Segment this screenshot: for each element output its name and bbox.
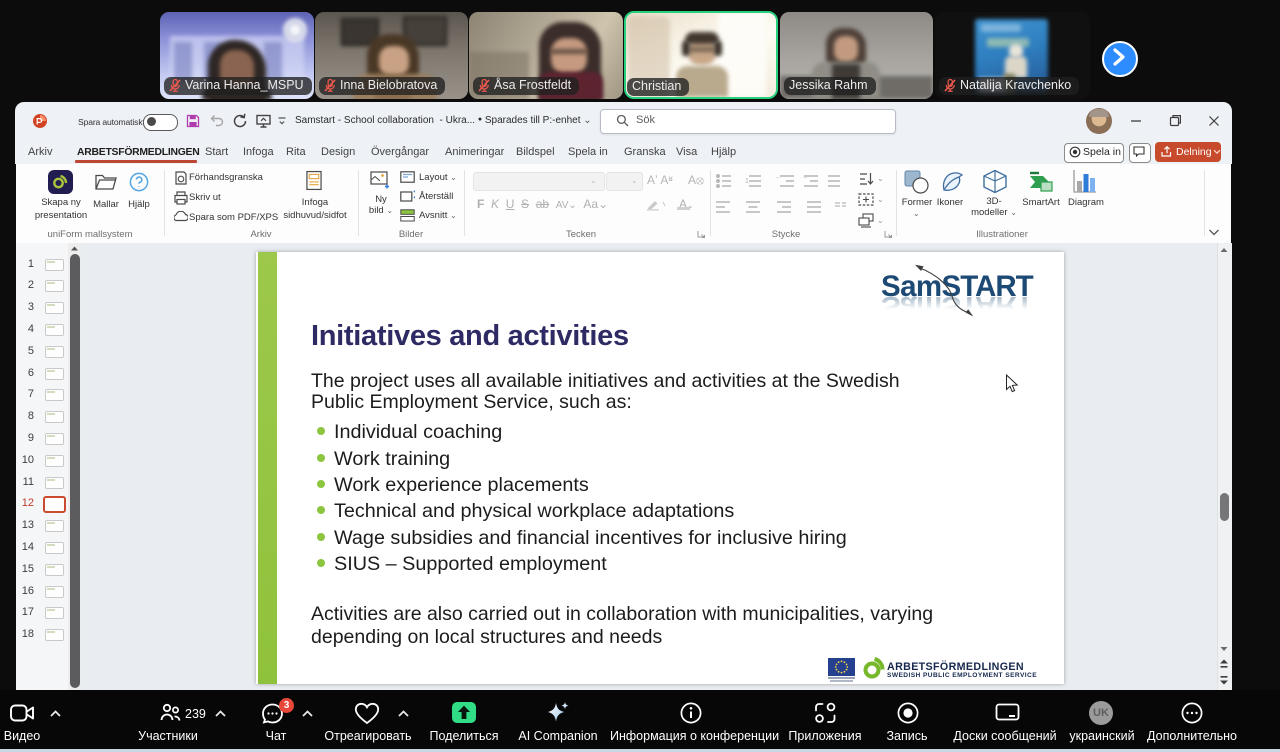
svg-text:←: ←	[775, 174, 782, 181]
svg-text:→: →	[801, 174, 808, 181]
svg-text:1: 1	[745, 178, 749, 185]
